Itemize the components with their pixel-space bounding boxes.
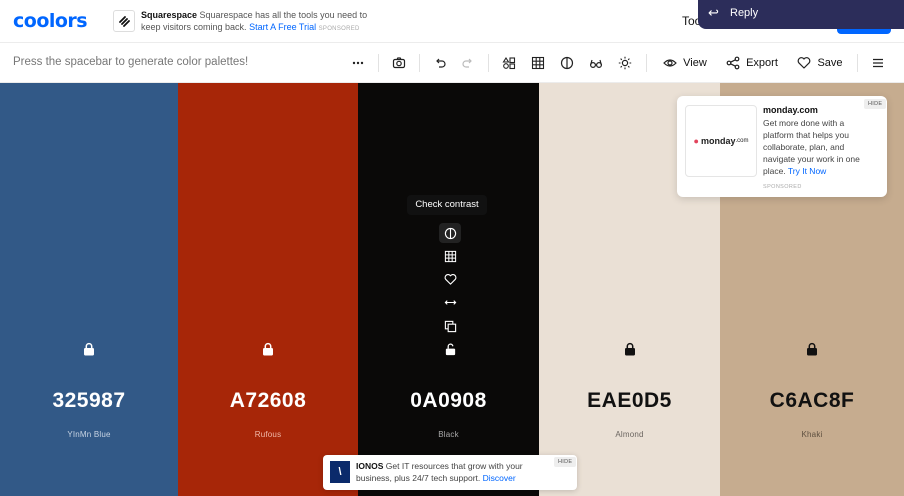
toolbar-divider (488, 54, 489, 72)
save-color-button[interactable] (439, 269, 461, 289)
undo-icon (436, 58, 446, 68)
ad-cta-link[interactable]: Try It Now (788, 166, 826, 176)
redo-button[interactable] (457, 51, 479, 75)
squarespace-logo-icon (113, 10, 135, 32)
hamburger-icon (873, 58, 883, 68)
grid-icon (444, 250, 456, 262)
color-hex[interactable]: 325987 (0, 389, 178, 413)
squarespace-ad-text: Squarespace Squarespace has all the tool… (141, 10, 386, 35)
copy-icon (444, 320, 456, 332)
ad-brand: Squarespace (141, 10, 198, 20)
save-label: Save (817, 57, 843, 69)
monday-logo: ● monday .com (685, 105, 757, 177)
ad-cta-link[interactable]: Discover (483, 473, 516, 483)
eye-icon (663, 59, 678, 67)
camera-icon (392, 57, 406, 69)
heart-icon (444, 273, 456, 285)
color-hex[interactable]: 0A0908 (358, 389, 539, 413)
color-column[interactable]: 325987 YInMn Blue (0, 83, 178, 496)
more-options-button[interactable] (347, 51, 369, 75)
contrast-icon (560, 56, 574, 70)
export-button[interactable]: Export (723, 51, 781, 75)
ad-body: IONOS Get IT resources that grow with yo… (356, 461, 546, 484)
unlock-icon (445, 343, 455, 355)
monday-ad[interactable]: ● monday .com monday.com Get more done wit… (677, 96, 887, 197)
color-column[interactable]: 0A0908 Black (358, 83, 539, 496)
monday-logo-text: monday (700, 136, 736, 146)
redo-icon (462, 58, 472, 68)
toolbar-divider (646, 54, 647, 72)
toolbar-divider (857, 54, 858, 72)
color-name: YInMn Blue (67, 430, 111, 439)
ad-cta-link[interactable]: Start A Free Trial (249, 22, 316, 32)
heart-icon (798, 57, 811, 69)
color-hex[interactable]: EAE0D5 (539, 389, 720, 413)
lock-icon[interactable] (623, 342, 637, 356)
more-icon (352, 61, 364, 65)
color-hex[interactable]: A72608 (178, 389, 358, 413)
ionos-ad[interactable]: \ IONOS Get IT resources that grow with … (323, 455, 577, 490)
sun-icon (618, 56, 632, 70)
toolbar-divider (378, 54, 379, 72)
squarespace-ad[interactable]: Squarespace Squarespace has all the tool… (113, 10, 383, 34)
grid-icon (531, 56, 545, 70)
unlock-button[interactable] (439, 339, 461, 359)
view-shades-button[interactable] (439, 246, 461, 266)
drag-icon (444, 299, 456, 305)
generate-hint: Press the spacebar to generate color pal… (13, 56, 249, 68)
view-button[interactable]: View (660, 51, 710, 75)
save-button[interactable]: Save (795, 51, 845, 75)
contrast-icon (444, 227, 456, 239)
color-name: Black (438, 430, 459, 439)
coolors-logo[interactable]: coolors (13, 10, 88, 32)
undo-button[interactable] (429, 51, 451, 75)
sponsored-label: SPONSORED (318, 25, 360, 32)
sponsored-label: SPONSORED (763, 184, 802, 190)
color-blindness-button[interactable] (585, 51, 607, 75)
color-name: Almond (615, 430, 644, 439)
shades-grid-button[interactable] (527, 51, 549, 75)
check-contrast-button[interactable] (439, 223, 461, 243)
lock-icon[interactable] (261, 342, 275, 356)
drag-button[interactable] (439, 292, 461, 312)
ad-brand: IONOS (356, 461, 384, 471)
hide-ad-button[interactable]: HIDE (554, 457, 577, 467)
color-column[interactable]: A72608 Rufous (178, 83, 358, 496)
ad-body: Get more done with a platform that helps… (763, 117, 875, 177)
top-navbar: coolors Squarespace Squarespace has all … (0, 0, 904, 43)
contrast-button[interactable] (556, 51, 578, 75)
share-icon (726, 56, 740, 70)
hide-ad-button[interactable]: HIDE (864, 99, 887, 109)
adjust-palette-button[interactable] (498, 51, 520, 75)
ionos-logo-icon: \ (330, 461, 350, 483)
camera-button[interactable] (388, 51, 410, 75)
copy-hex-button[interactable] (439, 316, 461, 336)
reply-popup[interactable]: ↩ Reply (698, 0, 904, 29)
export-label: Export (746, 57, 778, 69)
glasses-icon (589, 59, 603, 69)
ad-brand: monday.com (763, 105, 818, 115)
check-contrast-tooltip: Check contrast (407, 195, 487, 215)
palette-toolbar: Press the spacebar to generate color pal… (0, 43, 904, 83)
view-label: View (683, 57, 707, 69)
reply-label: Reply (730, 7, 759, 19)
color-hex[interactable]: C6AC8F (720, 389, 904, 413)
shapes-icon (502, 56, 516, 70)
menu-button[interactable] (867, 51, 889, 75)
reply-icon: ↩ (708, 5, 719, 20)
toolbar-divider (419, 54, 420, 72)
color-name: Rufous (254, 430, 282, 439)
lock-icon[interactable] (805, 342, 819, 356)
lock-icon[interactable] (82, 342, 96, 356)
monday-logo-suffix: .com (735, 138, 749, 144)
color-name: Khaki (801, 430, 823, 439)
brightness-button[interactable] (614, 51, 636, 75)
